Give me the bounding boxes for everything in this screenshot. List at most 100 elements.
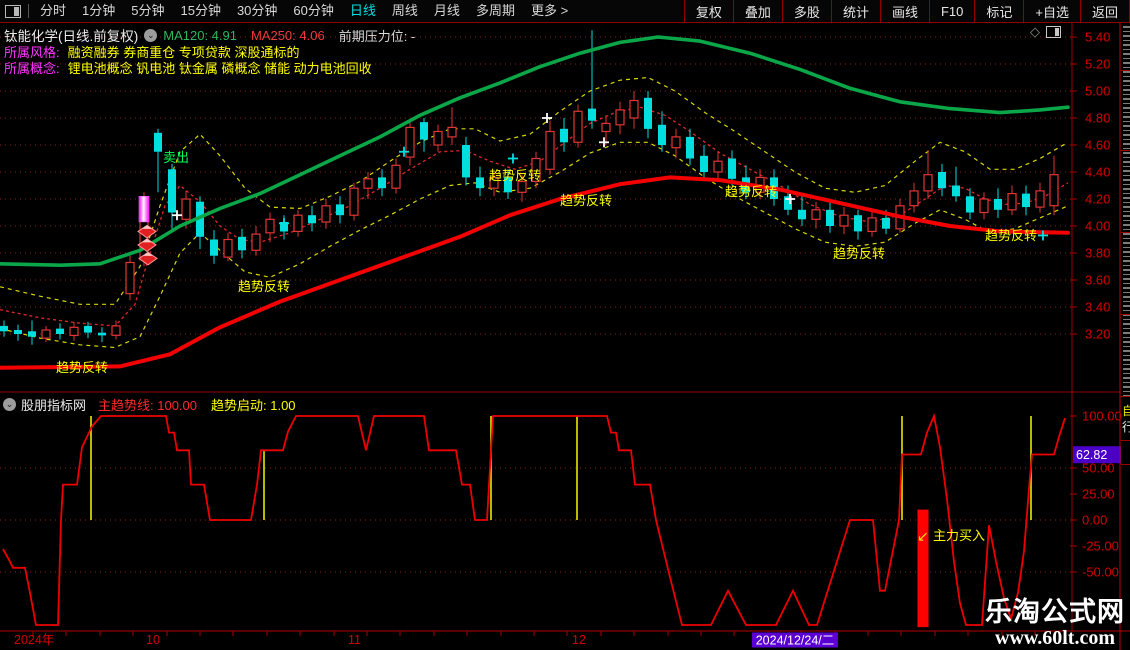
candle <box>909 190 919 207</box>
candle <box>378 177 386 189</box>
candle <box>601 122 611 133</box>
toolbar-button[interactable]: +自选 <box>1023 0 1080 22</box>
strip-divider <box>1121 70 1130 71</box>
strip-divider <box>1121 440 1130 441</box>
main-trend-value: 主趋势线: 100.00 <box>98 398 198 413</box>
period-tab[interactable]: 多周期 <box>468 0 523 22</box>
period-tab[interactable]: 30分钟 <box>229 0 285 22</box>
strip-char-1[interactable]: 自 <box>1122 402 1130 419</box>
price-tick-label: 3.20 <box>1085 327 1110 342</box>
diamond-tool-icon[interactable]: ◇ <box>1030 24 1040 40</box>
concept-values[interactable]: 锂电池概念 钒电池 钛金属 磷概念 储能 动力电池回收 <box>68 58 372 77</box>
candle <box>336 204 344 216</box>
candle <box>644 97 652 129</box>
date-label: 12 <box>572 633 586 647</box>
toolbar-button[interactable]: 复权 <box>683 0 733 22</box>
candle <box>952 185 960 197</box>
period-tab[interactable]: 15分钟 <box>172 0 228 22</box>
candle <box>0 325 8 332</box>
top-toolbar: 分时 1分钟 5分钟 15分钟 30分钟 60分钟 日线 周线 月线 多周期 更多 > 复权 叠加 多股… <box>0 0 1130 23</box>
candle <box>545 130 555 170</box>
candle <box>447 126 457 138</box>
toolbar-button[interactable]: 多股 <box>781 0 831 22</box>
toolbar-divider <box>28 4 29 18</box>
window-split-icon[interactable] <box>5 4 21 18</box>
candle <box>966 196 974 213</box>
candle <box>798 209 806 220</box>
period-tab[interactable]: 日线 <box>342 0 384 22</box>
price-tick-label: 5.40 <box>1085 30 1110 45</box>
candle <box>56 328 64 334</box>
candle <box>391 164 401 189</box>
period-tab[interactable]: 60分钟 <box>285 0 341 22</box>
candle <box>265 218 275 234</box>
buy-arrow-icon: ↙ <box>917 528 929 544</box>
toolbar-button[interactable]: 标记 <box>974 0 1023 22</box>
period-tab[interactable]: 1分钟 <box>74 0 123 22</box>
period-tab[interactable]: 分时 <box>32 0 74 22</box>
toolbar-button[interactable]: 叠加 <box>732 0 782 22</box>
strip-char-2[interactable]: 行 <box>1122 418 1130 435</box>
toolbar-button[interactable]: 画线 <box>879 0 929 22</box>
candle <box>84 325 92 333</box>
candle <box>1007 193 1017 211</box>
price-tick-label: 5.20 <box>1085 57 1110 72</box>
candle <box>686 136 694 159</box>
chart-annotation: 卖出 <box>163 150 189 165</box>
candle <box>111 325 121 336</box>
candle <box>1022 193 1030 208</box>
candle <box>1049 174 1059 207</box>
strip-divider <box>1121 150 1130 151</box>
chart-annotation: 趋势反转 <box>560 193 612 208</box>
period-tab[interactable]: 月线 <box>426 0 468 22</box>
toolbar-button[interactable]: 返回 <box>1079 0 1130 22</box>
date-label: 11 <box>348 633 361 647</box>
buy-annotation: 主力买入 <box>933 528 985 543</box>
candle <box>223 238 233 258</box>
indicator-tick-label: -25.00 <box>1082 539 1119 554</box>
right-sidebar-clipped[interactable] <box>1123 26 1130 398</box>
toolbar-button[interactable]: 统计 <box>830 0 880 22</box>
candle <box>671 136 681 149</box>
candle <box>154 132 162 152</box>
candle <box>517 180 527 193</box>
candle <box>462 145 470 178</box>
candle <box>293 214 303 232</box>
chevron-down-icon[interactable]: ⌄ <box>144 28 158 42</box>
toolbar-button[interactable]: F10 <box>928 0 974 22</box>
trading-app-window: 分时 1分钟 5分钟 15分钟 30分钟 60分钟 日线 周线 月线 多周期 更多 > 复权 叠加 多股… <box>0 0 1130 650</box>
candle <box>994 199 1002 210</box>
indicator-name[interactable]: 股朋指标网 <box>21 395 86 414</box>
period-tab[interactable]: 5分钟 <box>123 0 172 22</box>
candle <box>41 329 51 339</box>
candle <box>728 158 736 179</box>
candle <box>14 330 22 334</box>
magenta-signal-bar <box>138 196 150 223</box>
candle <box>476 177 484 189</box>
candle <box>363 178 373 189</box>
strip-divider <box>1121 464 1130 465</box>
candle <box>69 326 79 336</box>
chart-annotation: 趋势反转 <box>833 246 885 261</box>
candle <box>28 331 36 337</box>
panel-layout-icon[interactable] <box>1046 26 1061 38</box>
candle <box>588 108 596 121</box>
pressure-level: 前期压力位: - <box>338 28 416 44</box>
watermark-url: www.60lt.com <box>995 627 1115 649</box>
ma250-value: MA250: 4.06 <box>250 27 325 43</box>
price-tick-label: 4.60 <box>1085 138 1110 153</box>
watermark: 乐淘公式网 www.60lt.com <box>982 597 1128 649</box>
candle <box>938 172 946 189</box>
chart-annotation: 趋势反转 <box>725 184 777 199</box>
price-tick-label: 4.20 <box>1085 192 1110 207</box>
candle <box>321 205 331 223</box>
chart-annotation: 趋势反转 <box>56 360 108 375</box>
period-tab[interactable]: 周线 <box>384 0 426 22</box>
price-tick-label: 3.40 <box>1085 300 1110 315</box>
candle <box>839 214 849 227</box>
chart-canvas[interactable]: 5.40 5.20 5.00 4.80 4.60 4.40 4.20 4.00 3.80 3.60… <box>0 0 1130 650</box>
current-value-text: 62.82 <box>1076 448 1107 462</box>
candle <box>658 124 666 146</box>
period-tab[interactable]: 更多 > <box>523 0 576 22</box>
chevron-down-icon[interactable]: ⌄ <box>3 398 16 411</box>
